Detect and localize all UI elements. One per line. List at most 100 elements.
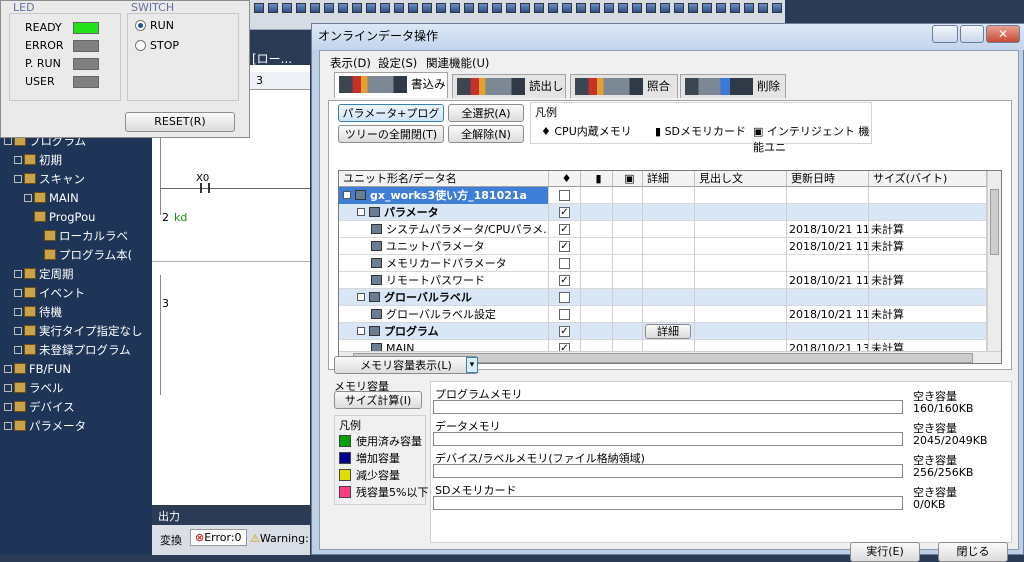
toolbar-icon[interactable] xyxy=(730,3,740,13)
select-all-button[interactable]: 全選択(A) xyxy=(448,104,524,122)
toolbar-icon[interactable] xyxy=(618,3,628,13)
toolbar-icon[interactable] xyxy=(744,3,754,13)
toolbar-icon[interactable] xyxy=(366,3,376,13)
toolbar-icon[interactable] xyxy=(338,3,348,13)
execute-button[interactable]: 実行(E) xyxy=(850,542,920,562)
expand-icon[interactable] xyxy=(4,137,12,145)
expand-icon[interactable] xyxy=(14,327,22,335)
toolbar-icon[interactable] xyxy=(646,3,656,13)
tree-item[interactable]: 定周期 xyxy=(14,265,74,283)
table-row[interactable]: システムパラメータ/CPUパラメ... ✓ 2018/10/21 11...未計算 xyxy=(339,221,987,238)
row-checkbox[interactable]: ✓ xyxy=(559,326,570,337)
grid-header-date[interactable]: 更新日時 xyxy=(787,171,869,187)
maximize-button[interactable] xyxy=(960,25,984,43)
expand-icon[interactable] xyxy=(14,346,22,354)
toolbar-icon[interactable] xyxy=(534,3,544,13)
minimize-button[interactable] xyxy=(932,25,958,43)
expand-icon[interactable] xyxy=(24,194,32,202)
toolbar-icon[interactable] xyxy=(282,3,292,13)
reset-button[interactable]: RESET(R) xyxy=(125,112,235,132)
tab-write[interactable]: 書込み xyxy=(334,72,448,98)
toolbar-icon[interactable] xyxy=(576,3,586,13)
error-filter[interactable]: ⊗Error:0 xyxy=(190,529,247,546)
stop-radio[interactable]: STOP xyxy=(135,39,179,52)
tab-read[interactable]: 読出し xyxy=(452,74,566,98)
toolbar-icon[interactable] xyxy=(394,3,404,13)
data-grid[interactable]: ユニット形名/データ名 ♦ ▮ ▣ 詳細 見出し文 更新日時 サイズ(バイト) … xyxy=(338,170,1002,364)
toolbar-icon[interactable] xyxy=(254,3,264,13)
expand-icon[interactable] xyxy=(14,156,22,164)
tree-item[interactable]: スキャン xyxy=(14,170,85,188)
toolbar-icon[interactable] xyxy=(660,3,670,13)
expand-icon[interactable] xyxy=(14,270,22,278)
grid-header-detail[interactable]: 詳細 xyxy=(643,171,695,187)
tree-item[interactable]: FB/FUN xyxy=(4,360,71,378)
toolbar-icon[interactable] xyxy=(674,3,684,13)
table-row[interactable]: gx_works3使い方_181021a xyxy=(339,187,987,204)
tree-item[interactable]: 未登録プログラム xyxy=(14,341,131,359)
toolbar-icon[interactable] xyxy=(688,3,698,13)
toolbar-icon[interactable] xyxy=(604,3,614,13)
expand-icon[interactable] xyxy=(4,365,12,373)
row-checkbox[interactable] xyxy=(559,292,570,303)
table-row[interactable]: グローバルラベル設定 2018/10/21 11...未計算 xyxy=(339,306,987,323)
tree-item[interactable]: MAIN xyxy=(24,189,79,207)
param-program-button[interactable]: パラメータ+プログラム(F xyxy=(338,104,444,138)
contact-symbol[interactable] xyxy=(200,183,210,193)
toolbar-icon[interactable] xyxy=(716,3,726,13)
toolbar-icon[interactable] xyxy=(492,3,502,13)
toolbar-icon[interactable] xyxy=(562,3,572,13)
toolbar-icon[interactable] xyxy=(422,3,432,13)
tree-item[interactable]: ProgPou xyxy=(34,208,95,226)
size-calc-button[interactable]: サイズ計算(I) xyxy=(334,391,422,409)
tree-item[interactable]: プログラム本( xyxy=(44,246,132,264)
menu-related[interactable]: 関連機能(U) xyxy=(426,55,489,71)
expand-icon[interactable] xyxy=(4,384,12,392)
tree-item[interactable]: ローカルラベ xyxy=(44,227,128,245)
table-row[interactable]: リモートパスワード ✓ 2018/10/21 11...未計算 xyxy=(339,272,987,289)
toolbar-icon[interactable] xyxy=(380,3,390,13)
close-button[interactable]: 閉じる xyxy=(938,542,1008,562)
table-row[interactable]: グローバルラベル xyxy=(339,289,987,306)
expand-icon[interactable] xyxy=(4,422,12,430)
table-row[interactable]: メモリカードパラメータ xyxy=(339,255,987,272)
scroll-thumb[interactable] xyxy=(990,189,999,255)
tree-expand-button[interactable]: ツリーの全開閉(T) xyxy=(338,125,444,143)
grid-header-cpu[interactable]: ♦ xyxy=(549,171,581,187)
tab-verify[interactable]: 照合 xyxy=(570,74,678,98)
toolbar-icon[interactable] xyxy=(464,3,474,13)
grid-header-sd[interactable]: ▮ xyxy=(581,171,613,187)
table-row[interactable]: ユニットパラメータ ✓ 2018/10/21 11...未計算 xyxy=(339,238,987,255)
table-row[interactable]: プログラム ✓ 詳細 xyxy=(339,323,987,340)
tree-item[interactable]: パラメータ xyxy=(4,417,86,435)
toolbar-icon[interactable] xyxy=(506,3,516,13)
toolbar-icon[interactable] xyxy=(520,3,530,13)
vertical-scrollbar[interactable] xyxy=(987,171,1001,351)
tree-item[interactable]: 実行タイプ指定なし xyxy=(14,322,143,340)
toolbar-icon[interactable] xyxy=(772,3,782,13)
toolbar-icon[interactable] xyxy=(450,3,460,13)
row-checkbox[interactable]: ✓ xyxy=(559,207,570,218)
toolbar-icon[interactable] xyxy=(268,3,278,13)
toolbar-icon[interactable] xyxy=(352,3,362,13)
expand-icon[interactable] xyxy=(14,175,22,183)
tree-item[interactable]: ラベル xyxy=(4,379,64,397)
collapse-icon[interactable] xyxy=(357,293,365,301)
grid-header-size[interactable]: サイズ(バイト) xyxy=(869,171,987,187)
menu-view[interactable]: 表示(D) xyxy=(330,55,371,71)
row-checkbox[interactable]: ✓ xyxy=(559,241,570,252)
toolbar-icon[interactable] xyxy=(758,3,768,13)
row-checkbox[interactable] xyxy=(559,309,570,320)
tree-item[interactable]: イベント xyxy=(14,284,85,302)
row-checkbox[interactable] xyxy=(559,258,570,269)
toolbar-icon[interactable] xyxy=(310,3,320,13)
row-checkbox[interactable] xyxy=(559,190,570,201)
tree-item[interactable]: 初期 xyxy=(14,151,62,169)
collapse-icon[interactable] xyxy=(357,327,365,335)
convert-tab[interactable]: 変換 xyxy=(160,532,182,548)
toolbar-icon[interactable] xyxy=(324,3,334,13)
toolbar-icon[interactable] xyxy=(590,3,600,13)
expand-icon[interactable] xyxy=(14,289,22,297)
memory-display-button[interactable]: メモリ容量表示(L) xyxy=(334,356,478,374)
detail-button[interactable]: 詳細 xyxy=(645,324,691,339)
